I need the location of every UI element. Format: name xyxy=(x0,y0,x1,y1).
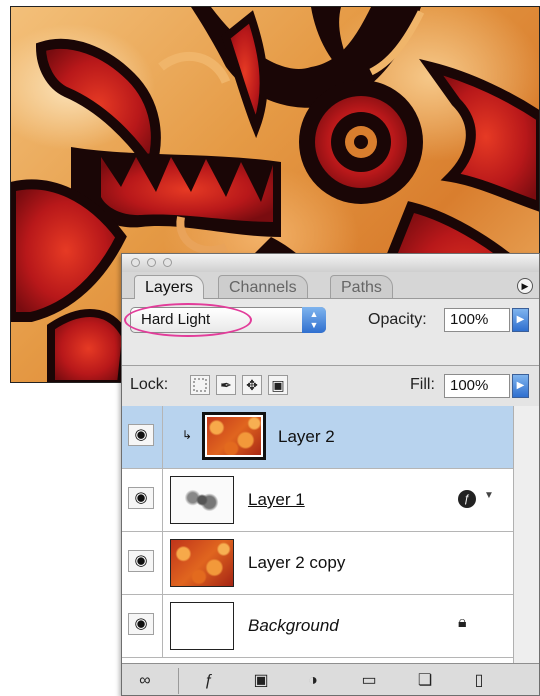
move-lock-icon[interactable]: ✥ xyxy=(242,375,262,395)
blend-mode-select[interactable]: Hard Light ▲ ▼ xyxy=(130,307,326,333)
transparency-lock-icon[interactable] xyxy=(190,375,210,395)
mask-icon[interactable]: ▣ xyxy=(250,670,272,692)
palette-titlebar[interactable] xyxy=(122,254,539,273)
layer-row-layer-2-copy[interactable]: ◉ Layer 2 copy xyxy=(122,532,513,595)
tab-channels[interactable]: Channels xyxy=(218,275,308,298)
close-button[interactable] xyxy=(131,258,140,267)
layer-thumbnail[interactable] xyxy=(170,602,234,650)
updown-arrows-icon: ▲ ▼ xyxy=(302,307,326,333)
palette-tabs: Layers Channels Paths ▶ xyxy=(122,272,539,299)
palette-menu-button[interactable]: ▶ xyxy=(517,278,533,294)
new-layer-icon[interactable]: ❏ xyxy=(414,670,436,692)
divider xyxy=(162,532,163,594)
minimize-button[interactable] xyxy=(147,258,156,267)
layer-name[interactable]: Background xyxy=(248,616,339,636)
triangle-right-icon: ▶ xyxy=(521,281,529,291)
divider xyxy=(162,469,163,531)
layer-effects-icon[interactable]: ƒ xyxy=(458,490,476,508)
zoom-button[interactable] xyxy=(163,258,172,267)
eye-icon[interactable]: ◉ xyxy=(128,487,154,509)
layer-name[interactable]: Layer 2 copy xyxy=(248,553,345,573)
blend-options-row: Hard Light ▲ ▼ Opacity: 100% ▶ xyxy=(122,299,539,341)
eye-icon[interactable]: ◉ xyxy=(128,424,154,446)
divider xyxy=(162,595,163,657)
padlock-icon[interactable]: ▣ xyxy=(268,375,288,395)
link-icon[interactable]: ∞ xyxy=(134,670,156,692)
layers-palette: Layers Channels Paths ▶ Hard Light ▲ ▼ Op… xyxy=(121,253,540,696)
trash-icon[interactable]: ▯ xyxy=(468,670,490,692)
palette-bottom-bar: ∞ ƒ ▣ ◑ ▭ ❏ ▯ xyxy=(122,663,539,695)
layer-row-background[interactable]: ◉ Background 🔒︎ xyxy=(122,595,513,658)
layer-style-icon[interactable]: ƒ xyxy=(198,670,220,692)
divider xyxy=(162,406,163,468)
layer-list: ◉ ↳ Layer 2 ◉ Layer 1 ƒ ▼ ◉ Layer 2 copy… xyxy=(122,406,539,663)
fill-field[interactable]: 100% xyxy=(444,374,510,398)
layer-row-layer-1[interactable]: ◉ Layer 1 ƒ ▼ xyxy=(122,469,513,532)
eye-icon[interactable]: ◉ xyxy=(128,613,154,635)
padlock-icon: 🔒︎ xyxy=(458,614,467,631)
layer-list-scrollbar[interactable] xyxy=(513,406,539,663)
layer-row-layer-2[interactable]: ◉ ↳ Layer 2 xyxy=(122,406,513,469)
folder-icon[interactable]: ▭ xyxy=(358,670,380,692)
expand-effects-icon[interactable]: ▼ xyxy=(484,490,494,501)
blend-mode-value: Hard Light xyxy=(141,311,211,328)
layer-name[interactable]: Layer 2 xyxy=(278,427,335,447)
divider xyxy=(178,668,179,694)
lock-fill-row: Lock: ✒ ✥ ▣ Fill: 100% ▶ xyxy=(122,365,539,407)
fill-slider-button[interactable]: ▶ xyxy=(512,374,529,398)
brush-lock-icon[interactable]: ✒ xyxy=(216,375,236,395)
layer-name[interactable]: Layer 1 xyxy=(248,490,305,510)
tab-paths[interactable]: Paths xyxy=(330,275,393,298)
tab-layers[interactable]: Layers xyxy=(134,275,205,299)
adjustment-layer-icon[interactable]: ◑ xyxy=(302,670,324,692)
layer-thumbnail[interactable] xyxy=(202,412,266,460)
opacity-field[interactable]: 100% xyxy=(444,308,510,332)
layer-thumbnail[interactable] xyxy=(170,476,234,524)
lock-label: Lock: xyxy=(130,376,169,393)
opacity-label: Opacity: xyxy=(368,311,427,328)
opacity-slider-button[interactable]: ▶ xyxy=(512,308,529,332)
fill-label: Fill: xyxy=(410,376,435,393)
eye-icon[interactable]: ◉ xyxy=(128,550,154,572)
clipping-arrow-icon: ↳ xyxy=(182,428,193,442)
layer-thumbnail[interactable] xyxy=(170,539,234,587)
